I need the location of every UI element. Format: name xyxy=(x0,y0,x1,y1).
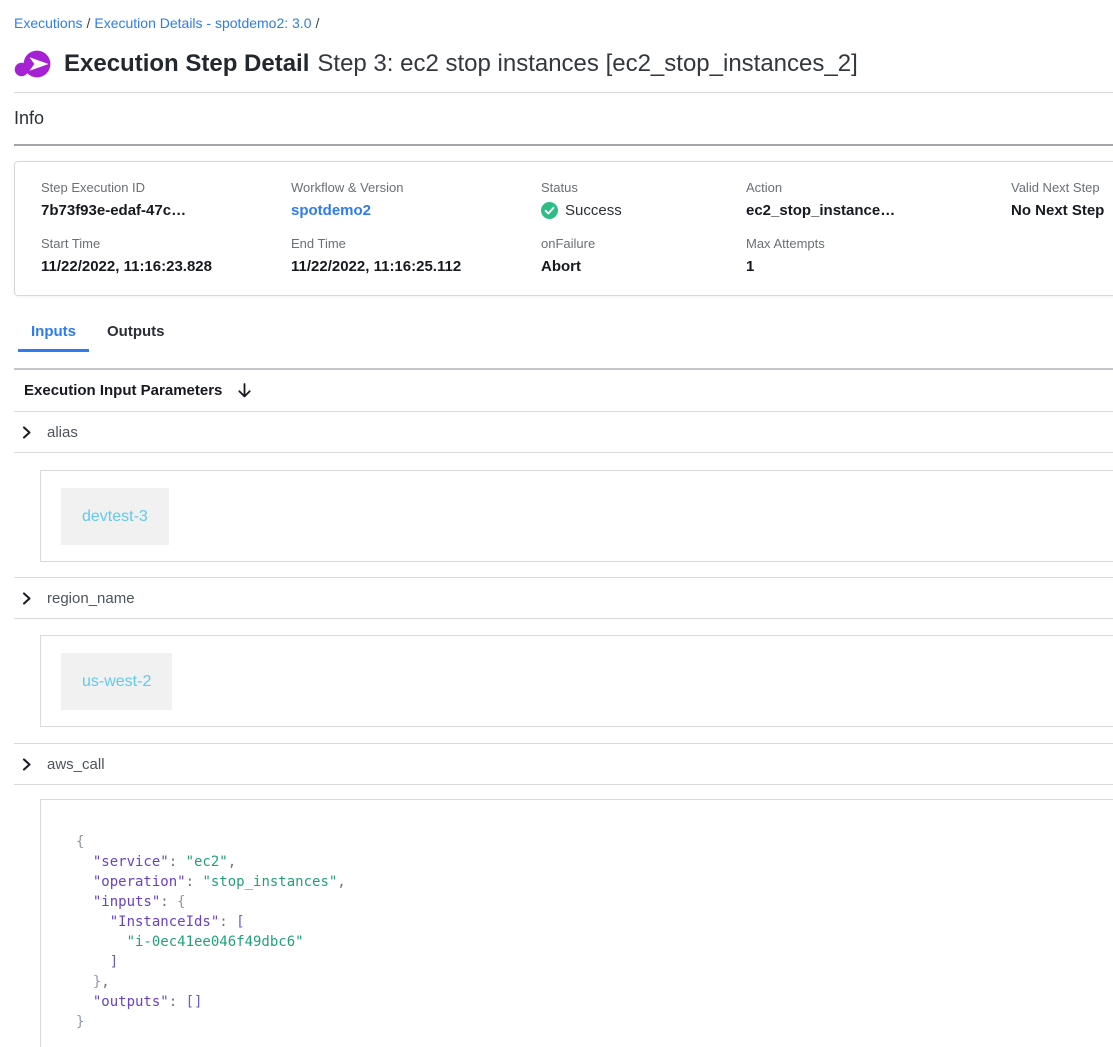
tab-outputs[interactable]: Outputs xyxy=(94,319,178,352)
info-field-onfailure: onFailure Abort xyxy=(541,236,746,275)
tab-inputs[interactable]: Inputs xyxy=(18,319,89,352)
info-field-valid-next-step: Valid Next Step No Next Step xyxy=(1011,180,1113,219)
section-row-aws-call[interactable]: aws_call xyxy=(14,744,1113,785)
field-value: Abort xyxy=(541,258,746,275)
section-label-region-name: region_name xyxy=(47,590,135,607)
code-line: "i-0ec41ee046f49dbc6" xyxy=(76,932,1113,952)
region-name-value-box: us-west-2 xyxy=(40,635,1113,727)
field-label: Valid Next Step xyxy=(1011,180,1113,195)
section-row-region-name[interactable]: region_name xyxy=(14,578,1113,619)
field-value: 1 xyxy=(746,258,1011,275)
page-title-main: Execution Step Detail xyxy=(64,50,309,77)
execution-input-parameters-header: Execution Input Parameters xyxy=(14,370,1113,412)
aws-call-value-box: { "service": "ec2", "operation": "stop_i… xyxy=(40,799,1113,1047)
divider xyxy=(14,92,1113,93)
app-logo-icon xyxy=(14,46,51,83)
field-label: Action xyxy=(746,180,1011,195)
breadcrumb-separator: / xyxy=(82,15,94,31)
alias-value-box: devtest-3 xyxy=(40,470,1113,562)
breadcrumb-separator: / xyxy=(312,15,324,31)
status-value: Success xyxy=(565,202,622,219)
section-label-aws-call: aws_call xyxy=(47,756,105,773)
info-card: Step Execution ID 7b73f93e-edaf-47c… Wor… xyxy=(14,161,1113,296)
field-value: 11/22/2022, 11:16:23.828 xyxy=(41,258,291,275)
section-label-alias: alias xyxy=(47,424,78,441)
field-label: Status xyxy=(541,180,746,195)
chevron-right-icon xyxy=(20,592,33,605)
code-line: "inputs": { xyxy=(76,892,1113,912)
info-field-workflow-version: Workflow & Version spotdemo2 xyxy=(291,180,541,219)
workflow-link[interactable]: spotdemo2 xyxy=(291,202,541,219)
arrow-down-icon[interactable] xyxy=(236,382,253,399)
execution-input-parameters-label: Execution Input Parameters xyxy=(24,382,222,399)
success-check-icon xyxy=(541,202,558,219)
chevron-right-icon xyxy=(20,758,33,771)
field-label: Step Execution ID xyxy=(41,180,291,195)
execution-step-detail-page: Executions/Execution Details - spotdemo2… xyxy=(0,0,1113,1047)
field-label: Workflow & Version xyxy=(291,180,541,195)
code-line: "InstanceIds": [ xyxy=(76,912,1113,932)
field-value: 7b73f93e-edaf-47c… xyxy=(41,202,291,219)
code-line: { xyxy=(76,832,1113,852)
info-heading: Info xyxy=(14,108,1113,129)
field-value: No Next Step xyxy=(1011,202,1113,219)
divider xyxy=(14,144,1113,146)
inputs-outputs-tabs: Inputs Outputs xyxy=(14,319,1113,352)
alias-value-chip: devtest-3 xyxy=(61,488,169,545)
info-field-max-attempts: Max Attempts 1 xyxy=(746,236,1011,275)
code-line: ] xyxy=(76,952,1113,972)
section-row-alias[interactable]: alias xyxy=(14,412,1113,453)
field-label: Start Time xyxy=(41,236,291,251)
page-header: Execution Step Detail Step 3: ec2 stop in… xyxy=(14,44,1113,84)
region-name-value-chip: us-west-2 xyxy=(61,653,172,710)
chevron-right-icon xyxy=(20,426,33,439)
info-field-end-time: End Time 11/22/2022, 11:16:25.112 xyxy=(291,236,541,275)
field-label: End Time xyxy=(291,236,541,251)
field-label: onFailure xyxy=(541,236,746,251)
page-title: Execution Step Detail Step 3: ec2 stop in… xyxy=(64,50,858,78)
breadcrumb-link-execution-details[interactable]: Execution Details - spotdemo2: 3.0 xyxy=(94,15,311,31)
info-field-step-execution-id: Step Execution ID 7b73f93e-edaf-47c… xyxy=(41,180,291,219)
field-value: ec2_stop_instance… xyxy=(746,202,1011,219)
code-line: }, xyxy=(76,972,1113,992)
field-value: 11/22/2022, 11:16:25.112 xyxy=(291,258,541,275)
breadcrumb-link-executions[interactable]: Executions xyxy=(14,15,82,31)
page-title-subtitle: Step 3: ec2 stop instances [ec2_stop_ins… xyxy=(317,50,857,77)
code-line: } xyxy=(76,1012,1113,1032)
info-field-start-time: Start Time 11/22/2022, 11:16:23.828 xyxy=(41,236,291,275)
code-line: "operation": "stop_instances", xyxy=(76,872,1113,892)
json-code-block: { "service": "ec2", "operation": "stop_i… xyxy=(76,832,1113,1032)
field-label: Max Attempts xyxy=(746,236,1011,251)
breadcrumb: Executions/Execution Details - spotdemo2… xyxy=(14,0,1113,31)
info-field-action: Action ec2_stop_instance… xyxy=(746,180,1011,219)
code-line: "service": "ec2", xyxy=(76,852,1113,872)
code-line: "outputs": [] xyxy=(76,992,1113,1012)
info-field-status: Status Success xyxy=(541,180,746,219)
